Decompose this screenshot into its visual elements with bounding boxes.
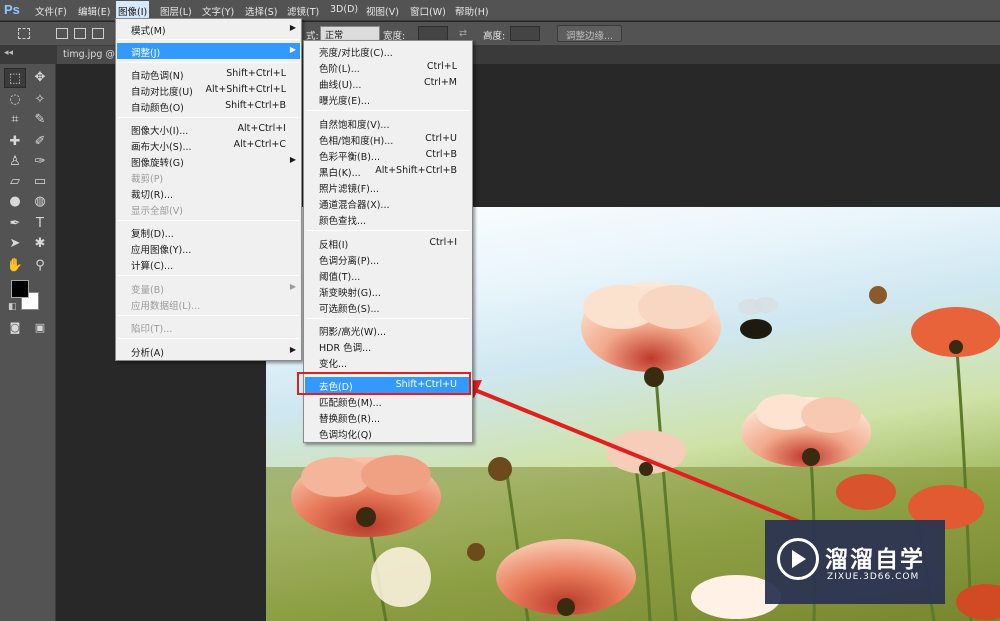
adjust-item-match-color[interactable]: 匹配颜色(M)... [305, 393, 471, 409]
image-menu-item-duplicate[interactable]: 复制(D)... [117, 224, 300, 240]
adjust-item-variations[interactable]: 变化... [305, 354, 471, 370]
image-menu-item-apply-image[interactable]: 应用图像(Y)... [117, 240, 300, 256]
watermark: 溜溜自学 ZIXUE.3D66.COM [765, 520, 945, 604]
submenu-arrow-icon: ▶ [289, 155, 296, 164]
menu-separator [118, 117, 299, 118]
submenu-arrow-icon: ▶ [289, 45, 296, 54]
image-menu-item-crop: 裁剪(P) [131, 174, 164, 185]
adjust-item-hdr-toning[interactable]: HDR 色调... [305, 338, 471, 354]
play-triangle-icon [792, 550, 806, 568]
image-menu-item-auto-tone[interactable]: 自动色调(N) Shift+Ctrl+L [117, 66, 300, 82]
adjust-item-shadows-highlights[interactable]: 阴影/高光(W)... [305, 322, 471, 338]
image-menu-item-rotate[interactable]: 图像旋转(G) ▶ [117, 153, 300, 169]
adjust-item-posterize[interactable]: 色调分离(P)... [305, 251, 471, 267]
image-menu-item-auto-color[interactable]: 自动颜色(O) Shift+Ctrl+B [117, 98, 300, 114]
adjust-item-selective-color[interactable]: 可选颜色(S)... [305, 299, 471, 315]
menu-separator [306, 318, 470, 319]
image-menu-item-reveal-all: 显示全部(V) [131, 206, 183, 217]
adjust-item-black-white[interactable]: 黑白(K)... Alt+Shift+Ctrl+B [305, 163, 471, 179]
submenu-arrow-icon: ▶ [289, 282, 296, 291]
watermark-url: ZIXUE.3D66.COM [827, 572, 920, 582]
submenu-arrow-icon: ▶ [289, 23, 296, 32]
adjust-item-vibrance[interactable]: 自然饱和度(V)... [305, 115, 471, 131]
adjust-item-hue-saturation[interactable]: 色相/饱和度(H)... Ctrl+U [305, 131, 471, 147]
menu-separator [118, 315, 299, 316]
adjust-item-equalize[interactable]: 色调均化(Q) [305, 425, 471, 441]
menu-separator [306, 230, 470, 231]
image-menu-item-auto-contrast[interactable]: 自动对比度(U) Alt+Shift+Ctrl+L [117, 82, 300, 98]
adjust-item-invert[interactable]: 反相(I) Ctrl+I [305, 235, 471, 251]
menu-separator [118, 220, 299, 221]
menu-separator [118, 275, 299, 276]
image-menu-item-apply-data-set: 应用数据组(L)... [131, 301, 201, 312]
adjust-item-photo-filter[interactable]: 照片滤镜(F)... [305, 179, 471, 195]
adjust-item-channel-mixer[interactable]: 通道混合器(X)... [305, 195, 471, 211]
image-menu-item-canvas-size[interactable]: 画布大小(S)... Alt+Ctrl+C [117, 137, 300, 153]
image-menu-item-trim[interactable]: 裁切(R)... [117, 185, 300, 201]
submenu-arrow-icon: ▶ [289, 345, 296, 354]
image-menu: 模式(M) ▶ 调整(J) ▶ 自动色调(N) Shift+Ctrl+L 自动对比度(… [115, 18, 302, 361]
image-menu-item-image-size[interactable]: 图像大小(I)... Alt+Ctrl+I [117, 121, 300, 137]
image-menu-item-analysis[interactable]: 分析(A) ▶ [117, 343, 300, 359]
image-menu-item-trap: 陷印(T)... [131, 324, 173, 335]
adjust-item-levels[interactable]: 色阶(L)... Ctrl+L [305, 59, 471, 75]
image-menu-item-variables: 变量(B) ▶ [131, 282, 296, 296]
image-menu-item-mode[interactable]: 模式(M) ▶ [117, 21, 300, 37]
adjust-item-color-balance[interactable]: 色彩平衡(B)... Ctrl+B [305, 147, 471, 163]
adjust-item-threshold[interactable]: 阈值(T)... [305, 267, 471, 283]
annotation-highlight-box [297, 372, 471, 395]
adjust-item-color-lookup[interactable]: 颜色查找... [305, 211, 471, 227]
watermark-title: 溜溜自学 [825, 547, 925, 573]
menu-separator [306, 110, 470, 111]
menu-separator [118, 62, 299, 63]
adjust-item-gradient-map[interactable]: 渐变映射(G)... [305, 283, 471, 299]
menu-separator [118, 338, 299, 339]
menu-separator [118, 39, 299, 40]
adjust-item-exposure[interactable]: 曝光度(E)... [305, 91, 471, 107]
image-menu-item-calculations[interactable]: 计算(C)... [117, 256, 300, 272]
adjust-item-brightness-contrast[interactable]: 亮度/对比度(C)... [305, 43, 471, 59]
adjust-item-curves[interactable]: 曲线(U)... Ctrl+M [305, 75, 471, 91]
image-menu-item-adjust[interactable]: 调整(J) ▶ [117, 43, 300, 59]
adjust-item-replace-color[interactable]: 替换颜色(R)... [305, 409, 471, 425]
